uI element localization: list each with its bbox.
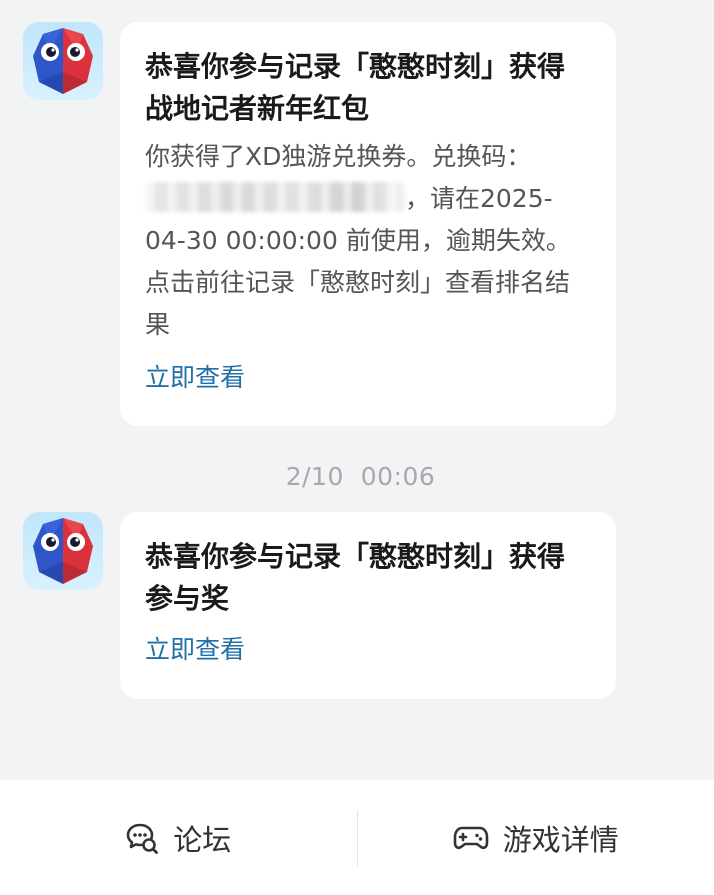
game-avatar[interactable] [23,22,103,100]
forum-chat-icon [125,821,159,855]
game-details-button[interactable]: 游戏详情 [358,780,714,895]
game-avatar[interactable] [23,512,103,590]
message-card[interactable]: 恭喜你参与记录「憨憨时刻」获得参与奖 立即查看 [120,512,616,699]
view-now-link[interactable]: 立即查看 [145,632,245,668]
red-blue-mascot-icon [33,518,93,584]
message-body-text: 你获得了XD独游兑换券。兑换码： [145,142,532,171]
red-blue-mascot-icon [33,28,93,94]
message-list[interactable]: 恭喜你参与记录「憨憨时刻」获得战地记者新年红包 你获得了XD独游兑换券。兑换码：… [0,0,714,895]
message-card[interactable]: 恭喜你参与记录「憨憨时刻」获得战地记者新年红包 你获得了XD独游兑换券。兑换码：… [120,22,616,426]
game-details-label: 游戏详情 [502,822,619,857]
message-title: 恭喜你参与记录「憨憨时刻」获得战地记者新年红包 [145,50,566,125]
redeem-code-redacted [145,182,405,212]
bottom-action-bar: 论坛 游戏详情 [0,780,714,895]
view-now-link[interactable]: 立即查看 [145,360,245,396]
message-title: 恭喜你参与记录「憨憨时刻」获得参与奖 [145,540,566,615]
message-timestamp: 2/10 00:06 [285,462,436,491]
forum-label: 论坛 [173,822,232,857]
forum-button[interactable]: 论坛 [0,780,357,895]
gamepad-icon [453,823,489,853]
message-body: 你获得了XD独游兑换券。兑换码：，请在2025-04-30 00:00:00 前… [145,136,592,346]
